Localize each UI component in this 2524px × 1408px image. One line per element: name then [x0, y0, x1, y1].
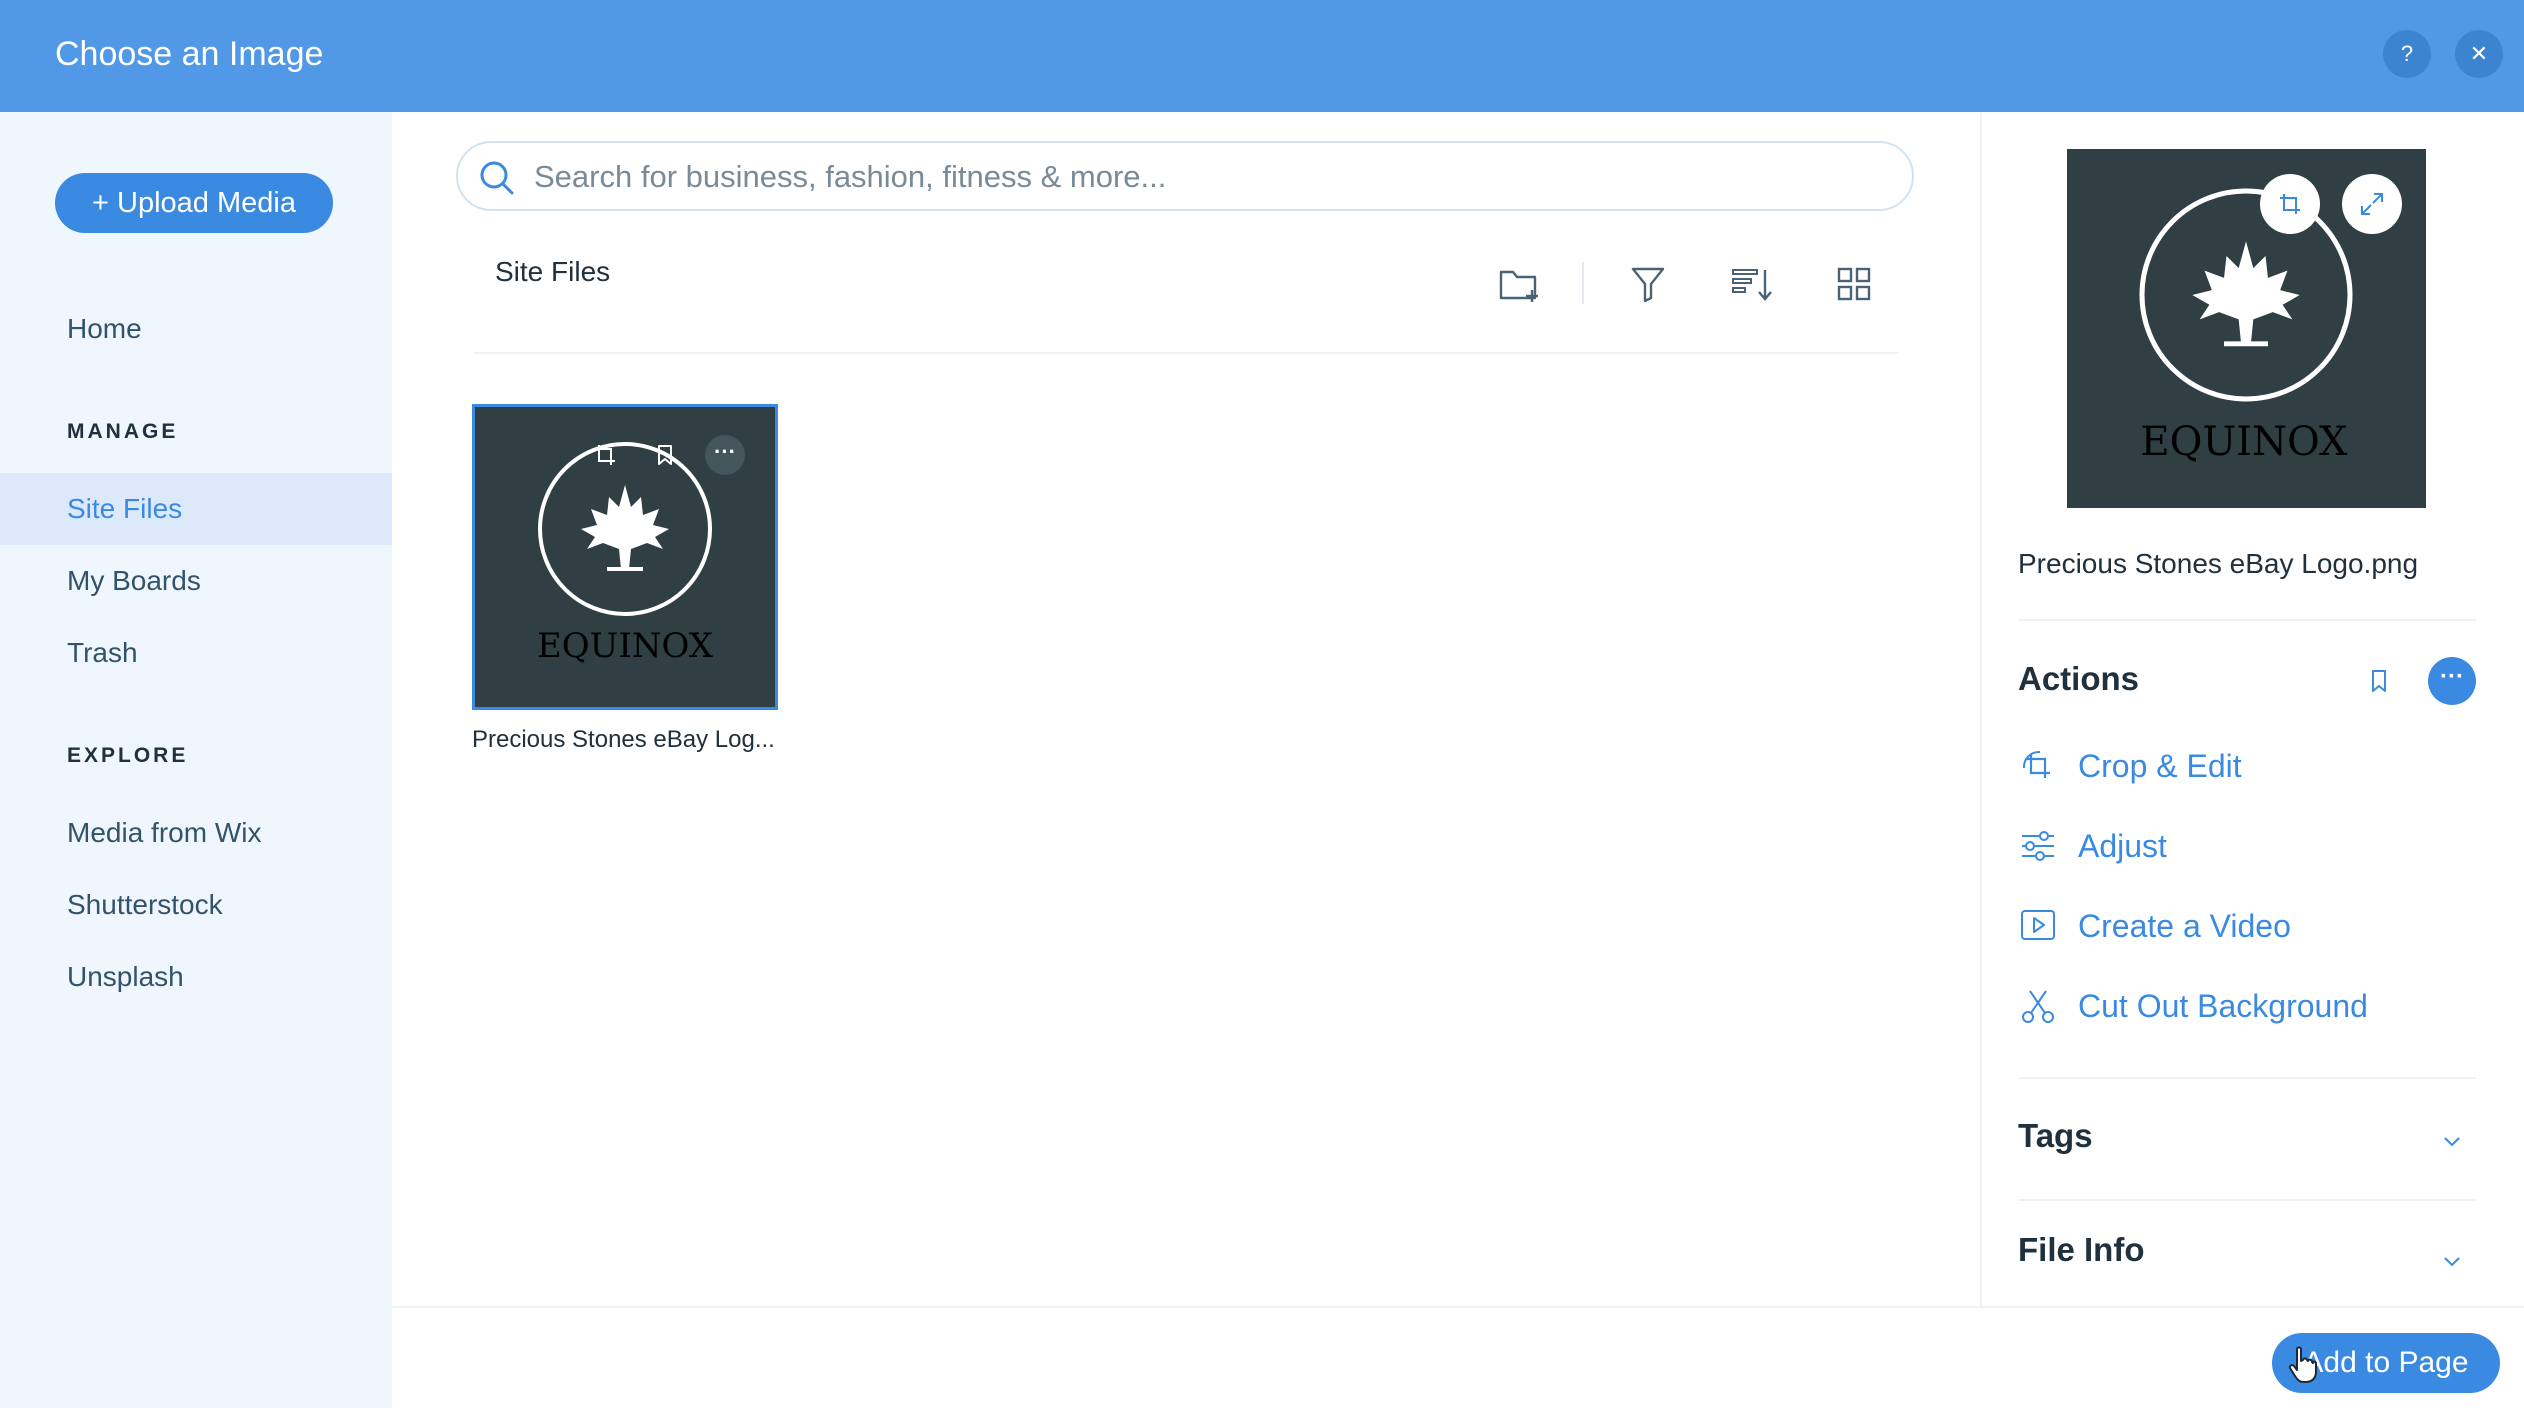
more-icon: ··· — [714, 439, 736, 464]
thumbnail-crop-button[interactable] — [585, 435, 625, 475]
sidebar-item-trash[interactable]: Trash — [67, 633, 138, 673]
dialog-title: Choose an Image — [55, 35, 324, 73]
close-icon: ✕ — [2469, 41, 2489, 66]
video-icon — [2021, 910, 2055, 940]
manage-heading: MANAGE — [67, 420, 179, 443]
action-label: Create a Video — [2078, 907, 2291, 944]
pointer-cursor-icon — [2288, 1346, 2317, 1383]
action-create-video[interactable]: Create a Video — [2018, 898, 2291, 954]
active-nav-highlight — [0, 473, 392, 545]
details-panel-divider — [1980, 112, 1982, 1308]
sort-button[interactable] — [1726, 258, 1778, 310]
file-name-caption: Precious Stones eBay Log... — [472, 726, 775, 753]
thumbnail-logo-text: EQUINOX — [537, 626, 714, 666]
search-bar[interactable] — [456, 141, 1914, 211]
help-icon: ? — [2400, 41, 2414, 66]
sidebar — [0, 112, 392, 1408]
bookmark-icon — [2372, 670, 2386, 692]
sidebar-item-unsplash[interactable]: Unsplash — [67, 957, 184, 997]
actions-more-button[interactable]: ··· — [2428, 657, 2476, 705]
footer-divider — [392, 1306, 2524, 1308]
grid-view-button[interactable] — [1828, 258, 1880, 310]
grid-view-icon — [1837, 267, 1871, 301]
sidebar-item-shutterstock[interactable]: Shutterstock — [67, 885, 223, 925]
file-thumbnail[interactable]: EQUINOX ··· — [472, 404, 778, 710]
sidebar-item-media-from-wix[interactable]: Media from Wix — [67, 813, 261, 853]
details-separator — [2018, 619, 2476, 621]
tags-section-toggle[interactable]: Tags — [2018, 1117, 2093, 1155]
scissors-icon — [2022, 990, 2054, 1023]
toolbar-separator — [474, 352, 1899, 354]
chevron-down-icon[interactable] — [2437, 1126, 2467, 1156]
preview-crop-button[interactable] — [2260, 174, 2320, 234]
preview-expand-button[interactable] — [2342, 174, 2402, 234]
details-separator — [2018, 1077, 2476, 1079]
close-button[interactable]: ✕ — [2455, 30, 2503, 78]
adjust-sliders-icon — [2022, 831, 2054, 861]
expand-icon — [2361, 193, 2383, 215]
new-folder-button[interactable] — [1494, 258, 1546, 310]
actions-title: Actions — [2018, 660, 2140, 697]
crop-icon — [2022, 750, 2050, 778]
action-adjust[interactable]: Adjust — [2018, 818, 2167, 874]
image-preview: EQUINOX — [2067, 149, 2426, 508]
search-icon — [480, 161, 514, 195]
file-info-section-toggle[interactable]: File Info — [2018, 1231, 2145, 1269]
selected-file-name: Precious Stones eBay Logo.png — [2018, 548, 2419, 579]
explore-heading: EXPLORE — [67, 744, 189, 767]
filter-icon — [1631, 267, 1665, 303]
preview-logo-text: EQUINOX — [2140, 419, 2348, 465]
sort-icon — [1732, 269, 1772, 301]
action-crop-edit[interactable]: Crop & Edit — [2018, 738, 2242, 794]
action-label: Adjust — [2078, 827, 2167, 864]
folder-title: Site Files — [495, 256, 611, 287]
crop-icon — [595, 445, 615, 465]
help-button[interactable]: ? — [2383, 30, 2431, 78]
thumbnail-bookmark-button[interactable] — [645, 435, 685, 475]
actions-bookmark-button[interactable] — [2364, 666, 2394, 701]
sidebar-item-site-files[interactable]: Site Files — [67, 489, 182, 529]
action-label: Crop & Edit — [2078, 747, 2242, 784]
action-cut-out-background[interactable]: Cut Out Background — [2018, 978, 2368, 1034]
sidebar-item-home[interactable]: Home — [67, 309, 142, 349]
search-input[interactable] — [532, 155, 1836, 199]
dialog-header — [0, 0, 2524, 112]
crop-icon — [2280, 194, 2300, 214]
details-separator — [2018, 1199, 2476, 1201]
chevron-down-icon[interactable] — [2437, 1246, 2467, 1276]
filter-button[interactable] — [1622, 258, 1674, 310]
sidebar-item-my-boards[interactable]: My Boards — [67, 561, 201, 601]
action-label: Cut Out Background — [2078, 987, 2368, 1024]
toolbar-divider — [1582, 262, 1584, 304]
thumbnail-more-button[interactable]: ··· — [705, 435, 745, 475]
bookmark-icon — [658, 445, 672, 465]
new-folder-icon — [1499, 270, 1538, 302]
upload-media-button[interactable]: + Upload Media — [55, 173, 333, 233]
more-icon: ··· — [2440, 663, 2464, 690]
